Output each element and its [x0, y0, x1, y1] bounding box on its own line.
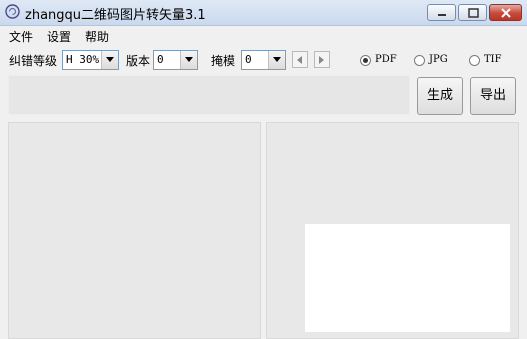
chevron-right-icon [319, 56, 324, 64]
radio-pdf[interactable] [360, 55, 371, 66]
dropdown-arrow-icon [268, 51, 285, 69]
error-correction-select[interactable]: H 30% [62, 50, 119, 70]
version-label: 版本 [126, 54, 151, 68]
error-correction-label: 纠错等级 [9, 54, 58, 68]
mask-select[interactable]: 0 [241, 50, 286, 70]
mask-prev-button[interactable] [292, 51, 308, 68]
radio-jpg[interactable] [414, 55, 425, 66]
version-select[interactable]: 0 [153, 50, 198, 70]
mask-next-button[interactable] [314, 51, 330, 68]
minimize-icon [438, 14, 446, 16]
radio-jpg-label: JPG [429, 54, 448, 65]
close-icon [501, 8, 511, 18]
preview-canvas [305, 224, 510, 332]
menu-file[interactable]: 文件 [9, 28, 33, 45]
dropdown-arrow-icon [180, 51, 197, 69]
radio-tif-label: TIF [484, 54, 502, 65]
menu-help[interactable]: 帮助 [85, 28, 109, 45]
app-spiral-icon [5, 4, 20, 19]
chevron-left-icon [297, 56, 302, 64]
close-button[interactable] [489, 4, 522, 21]
mask-label: 掩模 [211, 54, 236, 68]
radio-tif[interactable] [469, 55, 480, 66]
maximize-icon [468, 8, 479, 18]
source-image-panel [8, 122, 261, 339]
radio-pdf-label: PDF [375, 54, 397, 65]
radio-selected-dot [363, 58, 368, 63]
maximize-button[interactable] [458, 4, 487, 21]
content-input[interactable] [8, 75, 410, 115]
menu-settings[interactable]: 设置 [47, 28, 71, 45]
minimize-button[interactable] [427, 4, 456, 21]
generate-button[interactable]: 生成 [417, 77, 463, 115]
dropdown-arrow-icon [101, 51, 118, 69]
window-title: zhangqu二维码图片转矢量3.1 [25, 8, 206, 23]
title-bar: zhangqu二维码图片转矢量3.1 [0, 0, 527, 26]
export-button[interactable]: 导出 [470, 77, 516, 115]
menu-bar: 文件 设置 帮助 [0, 26, 527, 44]
